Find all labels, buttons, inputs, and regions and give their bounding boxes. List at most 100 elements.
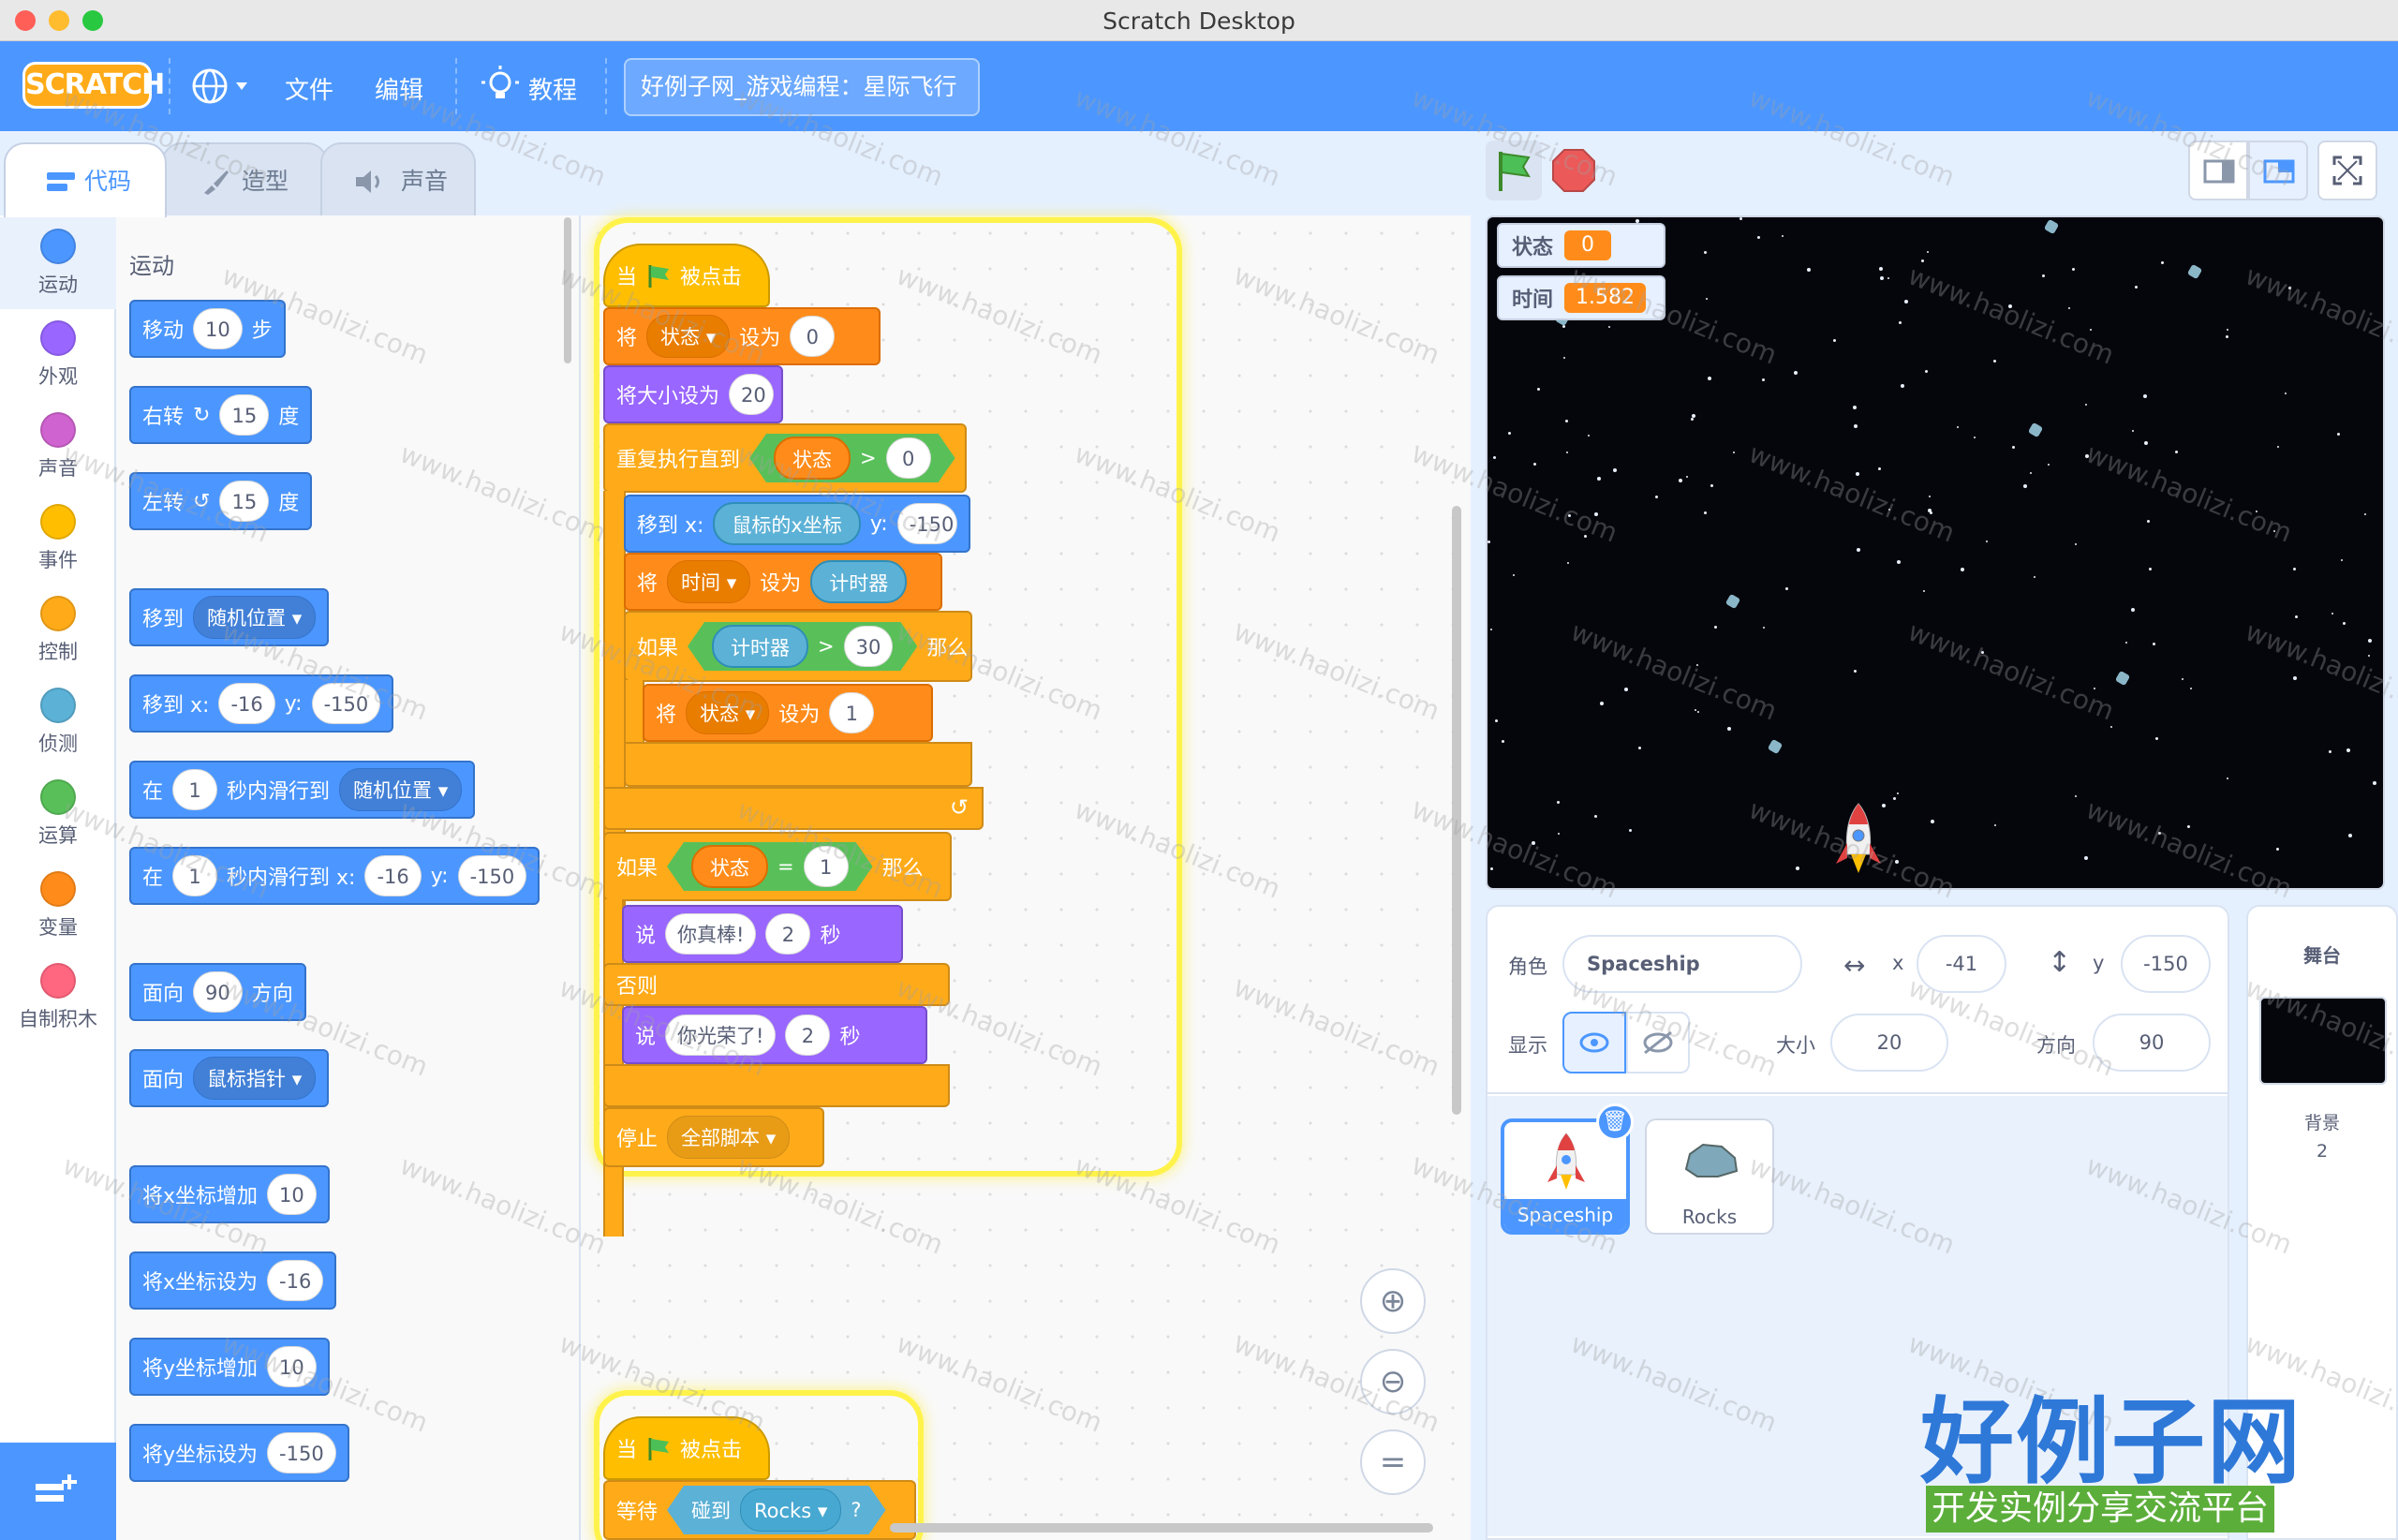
file-menu[interactable]: 文件 bbox=[285, 71, 333, 106]
category-variables[interactable]: 变量 bbox=[0, 860, 116, 952]
project-title-input[interactable]: 好例子网_游戏编程：星际飞行 bbox=[624, 58, 980, 116]
star bbox=[1695, 709, 1696, 711]
stop-button[interactable] bbox=[1551, 148, 1596, 193]
block-if-else[interactable]: 如果 状态 = 1 那么 bbox=[603, 832, 952, 901]
block-set-state[interactable]: 将状态 ▾ 设为 0 bbox=[603, 307, 881, 365]
star bbox=[2190, 688, 2192, 689]
zoom-reset-button[interactable]: = bbox=[1360, 1429, 1426, 1495]
x-field[interactable]: -41 bbox=[1917, 935, 2006, 993]
block-move-steps[interactable]: 移动 10 步 bbox=[129, 300, 286, 358]
hide-button[interactable] bbox=[1626, 1012, 1690, 1074]
horizontal-arrows-icon: ↔ bbox=[1843, 950, 1866, 981]
tab-sounds[interactable]: 声音 bbox=[320, 142, 476, 217]
tab-code[interactable]: 代码 bbox=[4, 142, 167, 217]
window-title: Scratch Desktop bbox=[1103, 7, 1295, 35]
block-set-time[interactable]: 将时间 ▾ 设为 计时器 bbox=[624, 553, 942, 611]
star bbox=[1807, 268, 1811, 272]
stage-thumbnail[interactable] bbox=[2259, 997, 2387, 1085]
category-sound[interactable]: 声音 bbox=[0, 401, 116, 493]
sprite-thumb-rocks[interactable]: Rocks bbox=[1645, 1118, 1774, 1235]
direction-field[interactable]: 90 bbox=[2093, 1014, 2211, 1072]
block-glide-xy[interactable]: 在 1 秒内滑行到 x: -16 y: -150 bbox=[129, 847, 540, 905]
block-set-y[interactable]: 将y坐标设为 -150 bbox=[129, 1424, 349, 1482]
block-wait-until[interactable]: 等待 碰到 Rocks ▾? bbox=[603, 1480, 916, 1540]
script-area[interactable]: 当被点击 将状态 ▾ 设为 0 将大小设为 20 重复执行直到 状态 >0 移到 x: 鼠标… bbox=[581, 215, 1471, 1540]
y-field[interactable]: -150 bbox=[2121, 935, 2211, 993]
delete-sprite-button[interactable]: 🗑 bbox=[1596, 1103, 1634, 1141]
script-vertical-scrollbar[interactable] bbox=[1452, 506, 1461, 1115]
script-horizontal-scrollbar[interactable] bbox=[890, 1523, 1433, 1533]
category-operators[interactable]: 运算 bbox=[0, 768, 116, 860]
category-sensing[interactable]: 侦测 bbox=[0, 676, 116, 768]
block-change-x[interactable]: 将x坐标增加 10 bbox=[129, 1165, 330, 1223]
block-goto[interactable]: 移到 随机位置 ▾ bbox=[129, 588, 330, 646]
star bbox=[1532, 841, 1535, 845]
show-label: 显示 bbox=[1508, 1034, 1547, 1057]
operators-dot-icon bbox=[40, 779, 76, 815]
palette-scrollbar[interactable] bbox=[564, 217, 571, 363]
star bbox=[1566, 452, 1568, 453]
star bbox=[2277, 446, 2279, 448]
zoom-out-button[interactable]: ⊖ bbox=[1360, 1349, 1426, 1414]
rock-sprite bbox=[2114, 670, 2131, 687]
tab-costumes[interactable]: 造型 bbox=[161, 142, 328, 217]
tutorials-menu[interactable]: 教程 bbox=[528, 71, 577, 106]
block-when-flag-clicked-2[interactable]: 当被点击 bbox=[603, 1416, 770, 1480]
star bbox=[1757, 236, 1760, 239]
block-say-1[interactable]: 说你真棒! 2 秒 bbox=[622, 905, 903, 963]
category-motion[interactable]: 运动 bbox=[0, 217, 116, 309]
tab-sounds-label: 声音 bbox=[401, 168, 449, 195]
scratch-logo[interactable]: SCRATCH bbox=[22, 62, 165, 109]
menu-bar: SCRATCH 文件 编辑 教程 好例子网_游戏编程：星际飞行 bbox=[0, 41, 2398, 131]
goto-dropdown[interactable]: 随机位置 ▾ bbox=[193, 596, 317, 639]
block-point-direction[interactable]: 面向 90 方向 bbox=[129, 963, 306, 1021]
category-events[interactable]: 事件 bbox=[0, 493, 116, 585]
edit-menu[interactable]: 编辑 bbox=[375, 71, 423, 106]
category-my-blocks[interactable]: 自制积木 bbox=[0, 952, 116, 1044]
block-set-x[interactable]: 将x坐标设为 -16 bbox=[129, 1251, 337, 1310]
block-goto-xy-mouse[interactable]: 移到 x: 鼠标的x坐标 y: -150 bbox=[624, 495, 970, 553]
add-extension-button[interactable] bbox=[0, 1443, 116, 1540]
star bbox=[2276, 848, 2279, 851]
language-menu[interactable] bbox=[189, 66, 257, 107]
point-towards-dropdown[interactable]: 鼠标指针 ▾ bbox=[193, 1057, 317, 1100]
block-turn-right[interactable]: 右转 ↻ 15 度 bbox=[129, 386, 313, 444]
show-button[interactable] bbox=[1562, 1012, 1626, 1074]
category-control[interactable]: 控制 bbox=[0, 585, 116, 676]
size-field[interactable]: 20 bbox=[1830, 1014, 1948, 1072]
fullscreen-button[interactable] bbox=[2317, 141, 2377, 200]
star bbox=[1904, 300, 1908, 304]
green-flag-button[interactable] bbox=[1486, 141, 1542, 200]
star bbox=[1931, 820, 1934, 823]
star bbox=[2331, 613, 2333, 615]
star bbox=[1629, 829, 1632, 832]
star bbox=[1594, 815, 1597, 818]
block-set-size[interactable]: 将大小设为 20 bbox=[603, 365, 783, 423]
block-say-2[interactable]: 说你光荣了! 2 秒 bbox=[622, 1006, 927, 1064]
block-turn-left[interactable]: 左转 ↺ 15 度 bbox=[129, 472, 313, 530]
block-when-flag-clicked[interactable]: 当被点击 bbox=[603, 244, 770, 307]
block-glide[interactable]: 在 1 秒内滑行到 随机位置 ▾ bbox=[129, 761, 476, 819]
fullscreen-icon bbox=[2332, 155, 2362, 185]
stage-canvas[interactable]: 状态 0 时间 1.582 bbox=[1486, 215, 2385, 890]
zoom-in-button[interactable]: ⊕ bbox=[1360, 1268, 1426, 1334]
block-set-state-1[interactable]: 将状态 ▾ 设为 1 bbox=[643, 684, 933, 742]
block-repeat-until[interactable]: 重复执行直到 状态 >0 bbox=[603, 423, 967, 493]
block-point-towards[interactable]: 面向 鼠标指针 ▾ bbox=[129, 1049, 330, 1107]
block-if-timer[interactable]: 如果 计时器 >30 那么 bbox=[624, 611, 972, 682]
block-goto-xy[interactable]: 移到 x: -16 y: -150 bbox=[129, 674, 394, 733]
block-change-y[interactable]: 将y坐标增加 10 bbox=[129, 1338, 330, 1396]
sprite-thumb-name: Spaceship bbox=[1504, 1199, 1626, 1231]
star bbox=[2147, 520, 2150, 523]
watermark-title: 好例子网 bbox=[1920, 1386, 2302, 1497]
block-stop[interactable]: 停止 全部脚本 ▾ bbox=[603, 1107, 824, 1167]
large-stage-button[interactable] bbox=[2248, 141, 2308, 200]
glide-dropdown[interactable]: 随机位置 ▾ bbox=[339, 768, 463, 811]
sprite-name-field[interactable]: Spaceship bbox=[1562, 935, 1802, 993]
zoom-reset-icon: = bbox=[1379, 1444, 1407, 1481]
block-palette: 运动 移动 10 步 右转 ↻ 15 度 左转 ↺ 15 度 移到 随机位置 ▾ 移到 x: -16… bbox=[116, 215, 581, 1540]
small-stage-button[interactable] bbox=[2188, 141, 2248, 200]
spaceship-sprite[interactable] bbox=[1832, 802, 1885, 877]
star bbox=[1887, 277, 1889, 279]
category-looks[interactable]: 外观 bbox=[0, 309, 116, 401]
